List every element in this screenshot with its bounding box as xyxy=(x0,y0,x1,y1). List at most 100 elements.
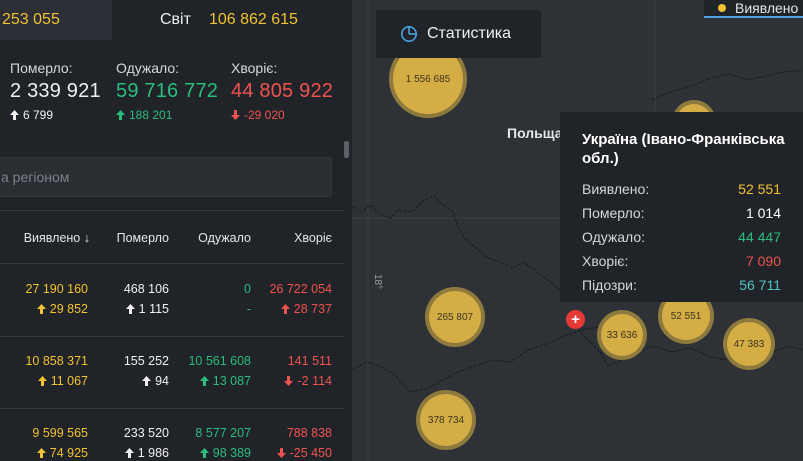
world-label: Світ xyxy=(160,11,191,28)
bubble-value: 265 807 xyxy=(436,311,474,323)
cell-detected: 10 858 371 xyxy=(25,354,88,368)
recovered-value: 59 716 772 xyxy=(116,80,219,102)
bubble-value: 52 551 xyxy=(670,310,702,322)
header-recovered[interactable]: Одужало xyxy=(198,231,251,245)
tooltip-row-label: Виявлено: xyxy=(582,181,650,197)
legend-detected-toggle[interactable]: Виявлено xyxy=(704,0,803,18)
arrow-up-icon xyxy=(124,448,134,458)
hospital-marker-icon[interactable]: + xyxy=(566,310,585,329)
cell-died-delta: 94 xyxy=(142,374,169,388)
arrow-up-icon xyxy=(36,304,46,314)
cell-sick-delta: -25 450 xyxy=(276,446,332,460)
arrow-down-icon xyxy=(276,448,286,458)
recovered-delta: 188 201 xyxy=(116,108,218,122)
cell-sick-delta: -2 114 xyxy=(284,374,332,388)
cell-recovered-delta: - xyxy=(246,302,251,316)
sort-desc-icon: ↓ xyxy=(83,231,90,245)
table-row[interactable]: 9 599 565 74 925 233 520 1 986 8 577 207… xyxy=(0,409,345,461)
arrow-up-icon xyxy=(199,376,209,386)
header-died[interactable]: Померло xyxy=(117,231,169,245)
arrow-up-icon xyxy=(116,110,125,120)
tooltip-row: Хворіє: 7 090 xyxy=(582,249,788,273)
world-total-value: 106 862 615 xyxy=(208,11,298,28)
cluster-bubble[interactable]: 47 383 xyxy=(723,318,775,370)
cell-sick: 141 511 xyxy=(287,354,332,368)
cell-recovered: 10 561 608 xyxy=(188,354,251,368)
tooltip-row: Виявлено: 52 551 xyxy=(582,177,788,201)
cell-recovered: 0 xyxy=(244,282,251,296)
cell-detected-delta: 11 067 xyxy=(37,374,88,388)
cell-detected: 9 599 565 xyxy=(32,426,88,440)
table-header: Виявлено ↓ Померло Одужало Хворіє xyxy=(0,210,345,264)
summary-recovered: Одужало: 59 716 772 188 201 xyxy=(116,60,218,122)
tooltip-row-label: Хворіє: xyxy=(582,253,629,269)
cluster-bubble[interactable]: 265 807 xyxy=(425,287,485,347)
cell-died: 233 520 xyxy=(123,426,169,440)
arrow-up-icon xyxy=(199,448,209,458)
arrow-up-icon xyxy=(10,110,19,120)
cell-recovered: 8 577 207 xyxy=(195,426,251,440)
statistics-button-label: Статистика xyxy=(427,25,512,42)
cell-died-delta: 1 115 xyxy=(125,302,169,316)
header-detected[interactable]: Виявлено ↓ xyxy=(24,231,90,245)
region-tooltip: Україна (Івано-Франківська обл.) Виявлен… xyxy=(560,112,803,302)
sick-delta: -29 020 xyxy=(231,108,333,122)
cluster-bubble[interactable]: 378 734 xyxy=(416,390,476,450)
tooltip-row-label: Померло: xyxy=(582,205,645,221)
cell-died: 155 252 xyxy=(123,354,169,368)
bubble-value: 33 636 xyxy=(606,329,638,341)
cluster-bubble[interactable]: 33 636 xyxy=(597,310,647,360)
tooltip-row-value: 52 551 xyxy=(738,181,781,197)
cell-detected: 27 190 160 xyxy=(25,282,88,296)
died-label: Померло: xyxy=(10,60,73,76)
arrow-up-icon xyxy=(125,304,135,314)
arrow-down-icon xyxy=(231,110,240,120)
table-row[interactable]: 27 190 160 29 852 468 106 1 115 0 - 26 7… xyxy=(0,265,345,337)
arrow-up-icon xyxy=(36,448,46,458)
region-search-input[interactable]: а регіоном xyxy=(0,157,332,197)
tooltip-row: Одужало: 44 447 xyxy=(582,225,788,249)
recovered-label: Одужало: xyxy=(116,60,180,76)
region-total-tab[interactable]: 253 055 xyxy=(0,0,112,40)
cell-sick-delta: 28 737 xyxy=(280,302,332,316)
recovered-delta-value: 188 201 xyxy=(129,108,173,122)
arrow-up-icon xyxy=(142,376,152,386)
tooltip-row-value: 56 711 xyxy=(739,277,781,293)
cell-died: 468 106 xyxy=(123,282,169,296)
world-total-tab[interactable]: Світ 106 862 615 xyxy=(112,0,352,40)
pie-chart-icon xyxy=(401,26,417,42)
cell-recovered-delta: 13 087 xyxy=(199,374,251,388)
app-root: 253 055 Світ 106 862 615 Померло: 2 339 … xyxy=(0,0,803,461)
summary-died: Померло: 2 339 921 6 799 xyxy=(10,60,101,122)
panel-scrollbar[interactable] xyxy=(344,141,349,158)
arrow-up-icon xyxy=(280,304,290,314)
sick-value: 44 805 922 xyxy=(231,80,334,102)
region-total-value: 253 055 xyxy=(2,11,60,28)
stats-panel: 253 055 Світ 106 862 615 Померло: 2 339 … xyxy=(0,0,352,461)
header-sick[interactable]: Хворіє xyxy=(294,231,332,245)
statistics-button[interactable]: Статистика xyxy=(376,10,541,58)
tooltip-row-label: Одужало: xyxy=(582,229,646,245)
tooltip-row: Померло: 1 014 xyxy=(582,201,788,225)
summary-sick: Хворіє: 44 805 922 -29 020 xyxy=(231,60,333,122)
cell-died-delta: 1 986 xyxy=(124,446,169,460)
died-value: 2 339 921 xyxy=(10,80,101,102)
table-row[interactable]: 10 858 371 11 067 155 252 94 10 561 608 … xyxy=(0,337,345,409)
legend-dot-icon xyxy=(718,4,726,12)
died-delta: 6 799 xyxy=(10,108,101,122)
tooltip-row-value: 7 090 xyxy=(745,253,781,269)
sick-delta-value: -29 020 xyxy=(244,108,285,122)
header-detected-label: Виявлено xyxy=(23,231,81,245)
arrow-down-icon xyxy=(284,376,294,386)
bubble-value: 47 383 xyxy=(733,338,765,350)
sick-label: Хворіє: xyxy=(231,60,278,76)
died-delta-value: 6 799 xyxy=(23,108,54,122)
arrow-up-icon xyxy=(37,376,47,386)
map-view[interactable]: Польща 18° 1 556 685 265 807 378 734 33 … xyxy=(352,0,803,461)
cell-detected-delta: 29 852 xyxy=(36,302,88,316)
map-label-meridian: 18° xyxy=(372,273,384,290)
cell-sick: 26 722 054 xyxy=(269,282,332,296)
tooltip-row-value: 44 447 xyxy=(738,229,781,245)
totals-bar: 253 055 Світ 106 862 615 xyxy=(0,0,352,40)
search-placeholder: а регіоном xyxy=(1,169,70,185)
